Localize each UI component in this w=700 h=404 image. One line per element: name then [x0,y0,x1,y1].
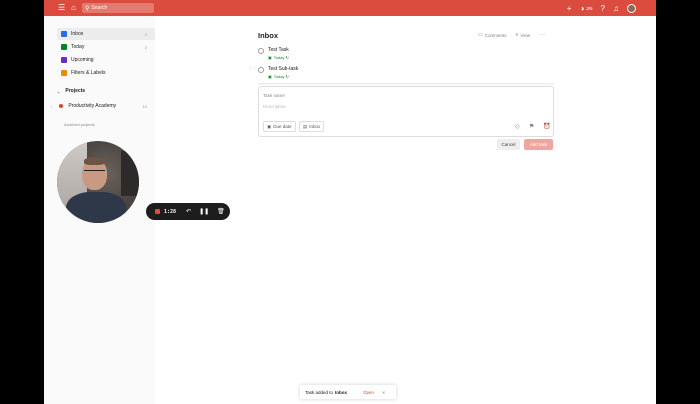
priority-flag-icon[interactable]: ⚑ [529,123,534,130]
task-editor: Task name Description ▣ Due date ▤ Inbox… [258,86,554,137]
help-icon[interactable]: ? [601,4,605,13]
recording-toolbar: 1:28 ↶ ❚❚ 🗑 [146,203,230,220]
karma-count: 3/5 [586,5,593,11]
view-label: View [520,32,531,38]
more-options-icon[interactable]: ··· [539,32,545,38]
sidebar-item-count: 2 [144,44,147,50]
sidebar-item-label: Upcoming [71,57,94,63]
calendar-upcoming-icon [61,57,67,63]
project-label: Inbox [309,124,321,129]
sidebar-item-label: Productivity Academy [68,103,117,109]
recurring-icon: ↻ [285,74,289,79]
view-actions: ▭ Comments ≡ View ··· [478,32,545,38]
toast-target: Inbox [335,389,348,395]
filters-icon [61,70,67,76]
comments-label: Comments [484,32,507,38]
close-icon[interactable]: ✕ [382,390,385,395]
due-date-button[interactable]: ▣ Due date [263,121,296,132]
comment-icon: ▭ [478,32,483,38]
toast-message: Task added to [305,389,334,395]
view-button[interactable]: ≡ View [516,32,531,38]
calendar-icon: ▣ [268,55,272,60]
sidebar-item-inbox[interactable]: Inbox 2 [57,28,155,40]
add-task-button[interactable]: Add task [524,139,553,150]
calendar-icon: ▣ [268,74,272,79]
inbox-icon [61,31,67,37]
recording-timer: 1:28 [164,208,177,215]
reminder-icon[interactable]: ⏰ [543,123,550,130]
search-placeholder: Search [91,5,108,11]
toast-notification: Task added to Inbox Open ✕ [300,385,396,399]
webcam-person [66,192,126,223]
sidebar-item-today[interactable]: Today 2 [57,41,155,53]
stop-recording-button[interactable] [155,209,160,214]
sidebar-item-productivity-academy[interactable]: › Productivity Academy 10 [51,100,155,112]
webcam-person [84,157,105,165]
webcam-background [121,151,139,196]
due-date-label: Today [273,55,285,60]
due-date-label: Today [273,74,285,79]
task-name-input[interactable]: Task name [263,93,285,98]
task-due-date[interactable]: ▣ Today ↻ [268,55,291,60]
recurring-icon: ↻ [285,55,289,60]
page-title: Inbox [258,31,278,40]
cancel-button[interactable]: Cancel [497,139,520,150]
top-bar: ☰ ⌂ ⚲ Search + ◑ 3/5 ? ♫ [44,0,656,16]
due-date-label: Due date [273,124,292,129]
chevron-down-icon[interactable]: ⌄ [57,89,60,94]
task-name[interactable]: Test Task [268,47,289,53]
task-due-date[interactable]: ▣ Today ↻ [268,74,291,79]
chevron-right-icon[interactable]: › [51,104,52,109]
undo-icon[interactable]: ↶ [186,208,191,215]
calendar-icon: ▣ [267,123,272,129]
menu-icon[interactable]: ☰ [58,0,65,16]
main-content: Inbox ▭ Comments ≡ View ··· Test Task ▣ … [155,16,656,404]
pause-icon[interactable]: ❚❚ [199,208,209,215]
trash-icon[interactable]: 🗑 [217,208,225,215]
search-icon: ⚲ [85,5,90,12]
add-task-icon[interactable]: + [567,4,572,13]
home-icon[interactable]: ⌂ [71,0,76,16]
task-name[interactable]: Test Sub-task [268,66,298,72]
task-checkbox[interactable] [258,67,264,73]
inbox-icon: ▤ [303,123,308,129]
project-color-dot [59,104,64,108]
search-input[interactable]: ⚲ Search [82,3,155,13]
task-checkbox[interactable] [258,48,264,54]
notifications-icon[interactable]: ♫ [613,4,619,13]
sidebar-item-upcoming[interactable]: Upcoming [57,54,155,66]
archived-projects-link[interactable]: Archived projects [64,122,95,127]
sidebar-item-filters-labels[interactable]: Filters & Labels [57,67,155,79]
toast-open-link[interactable]: Open [363,390,374,395]
productivity-icon[interactable]: ◑ [579,4,584,13]
webcam-overlay [57,141,139,223]
comments-button[interactable]: ▭ Comments [478,32,507,38]
sidebar-item-label: Inbox [71,31,84,37]
sidebar-item-label: Filters & Labels [71,70,106,76]
sidebar-item-count: 2 [144,31,147,37]
sidebar-item-count: 10 [142,103,147,109]
todoist-app: ☰ ⌂ ⚲ Search + ◑ 3/5 ? ♫ Inbox 2 Today 2 [44,0,656,404]
sidebar-item-label: Today [71,44,85,50]
task-description-input[interactable]: Description [263,104,286,109]
drag-handle-icon[interactable]: ⋮⋮ [248,66,257,72]
divider [258,83,554,85]
calendar-today-icon [61,44,67,50]
webcam-person [84,170,105,174]
view-options-icon: ≡ [515,32,519,38]
projects-section-title[interactable]: ⌄ Projects [57,88,85,94]
project-select-button[interactable]: ▤ Inbox [299,121,325,132]
avatar[interactable] [627,3,636,13]
label-icon[interactable]: ◇ [515,123,520,130]
projects-label: Projects [65,88,86,94]
